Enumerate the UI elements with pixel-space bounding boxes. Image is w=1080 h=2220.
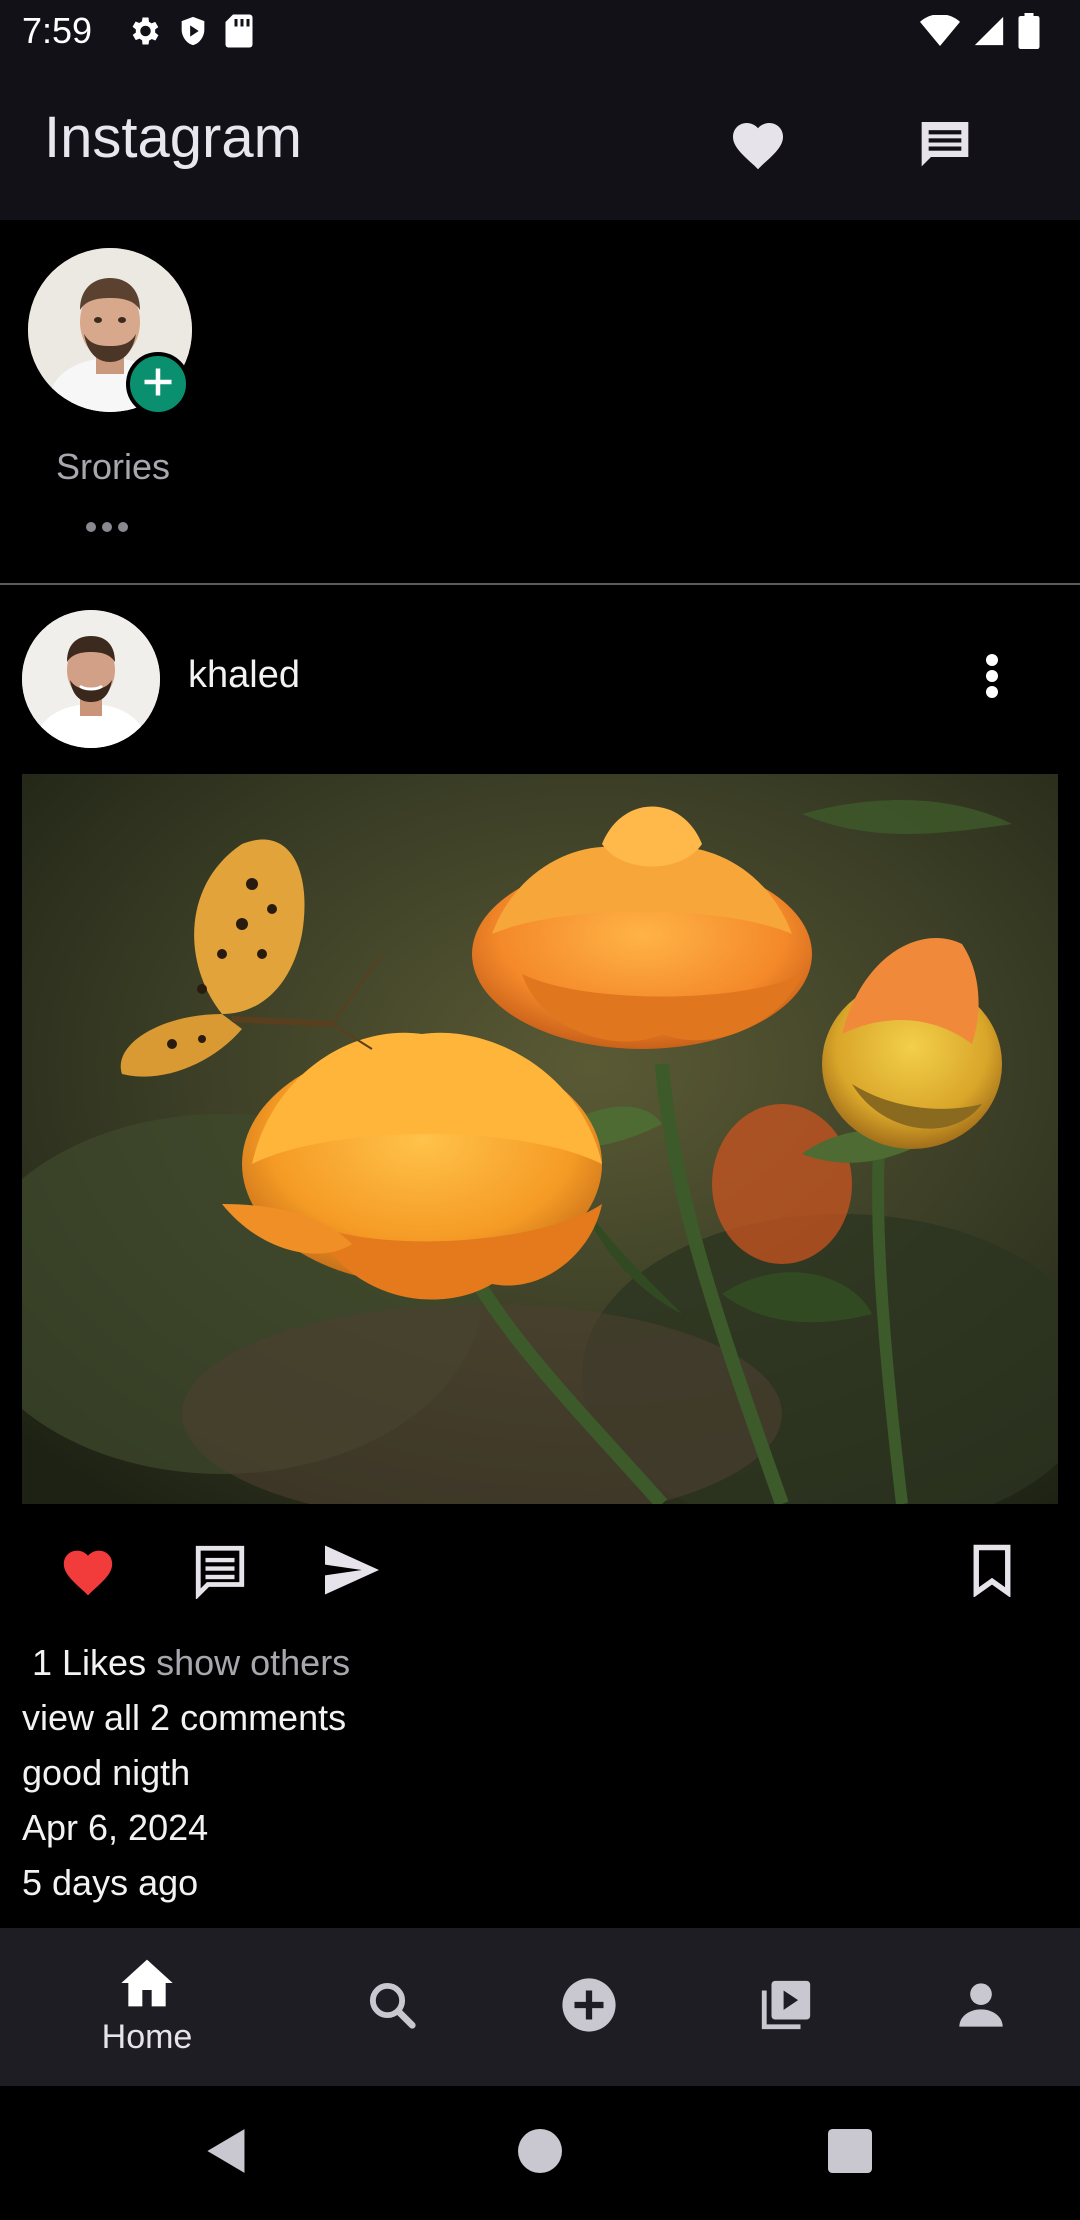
app-title: Instagram (44, 105, 302, 170)
nav-profile[interactable] (881, 1928, 1080, 2086)
home-icon (119, 1957, 175, 2014)
wifi-icon (920, 13, 960, 52)
home-circle-icon (518, 2128, 562, 2178)
nav-search[interactable] (292, 1928, 492, 2086)
like-button[interactable] (52, 1536, 124, 1608)
view-comments-link[interactable]: view all 2 comments (22, 1697, 346, 1739)
system-back-button[interactable] (190, 2116, 264, 2190)
save-button[interactable] (956, 1536, 1028, 1608)
post-username[interactable]: khaled (188, 654, 300, 697)
person-icon (955, 1979, 1007, 2036)
nav-home-label: Home (101, 2018, 193, 2056)
activity-button[interactable] (723, 110, 793, 180)
system-nav-bar (0, 2086, 1080, 2220)
post-caption: good nigth (22, 1752, 191, 1793)
shield-icon (176, 13, 210, 54)
nav-add[interactable] (489, 1928, 689, 2086)
heart-icon (59, 1543, 117, 1602)
comment-icon (191, 1541, 249, 1604)
back-icon (205, 2127, 249, 2180)
nav-reels[interactable] (686, 1928, 886, 2086)
story-dots (86, 522, 128, 532)
avatar (22, 610, 160, 748)
show-others-link[interactable]: show others (156, 1642, 350, 1683)
bottom-nav: Home (0, 1928, 1080, 2086)
status-bar: 7:59 (0, 0, 1080, 66)
flower-butterfly-photo (22, 774, 1058, 1504)
battery-icon (1018, 12, 1040, 54)
status-icons-right (920, 12, 1040, 54)
divider (0, 583, 1080, 585)
signal-icon (972, 14, 1006, 53)
status-time: 7:59 (22, 10, 93, 51)
post-menu-button[interactable] (964, 646, 1020, 710)
add-story-button[interactable] (126, 352, 190, 416)
add-circle-icon (560, 1976, 618, 2039)
status-icons-left (126, 14, 254, 52)
sd-card-icon (224, 13, 254, 54)
recents-icon (828, 2128, 872, 2178)
messages-button[interactable] (910, 110, 980, 180)
gear-icon (126, 13, 162, 54)
video-library-icon (757, 1976, 815, 2039)
app-bar: Instagram (0, 66, 1080, 220)
comment-button[interactable] (184, 1536, 256, 1608)
send-icon (322, 1543, 382, 1602)
heart-icon (728, 115, 788, 176)
nav-home[interactable]: Home (47, 1928, 247, 2086)
stories-section: Srories (0, 220, 1080, 582)
message-icon (915, 115, 975, 176)
post-avatar[interactable] (22, 610, 160, 748)
system-home-button[interactable] (503, 2116, 577, 2190)
share-button[interactable] (316, 1536, 388, 1608)
bookmark-icon (970, 1543, 1014, 1602)
story-label: Srories (56, 446, 171, 487)
likes-line: 1 Likes show others (22, 1642, 350, 1684)
search-icon (365, 1978, 419, 2037)
post-relative-time: 5 days ago (22, 1862, 199, 1903)
plus-icon (140, 364, 176, 405)
more-vert-icon (984, 652, 1000, 705)
post-image[interactable] (22, 774, 1058, 1504)
post-date: Apr 6, 2024 (22, 1807, 209, 1848)
likes-count: 1 Likes (22, 1642, 147, 1683)
system-recents-button[interactable] (813, 2116, 887, 2190)
